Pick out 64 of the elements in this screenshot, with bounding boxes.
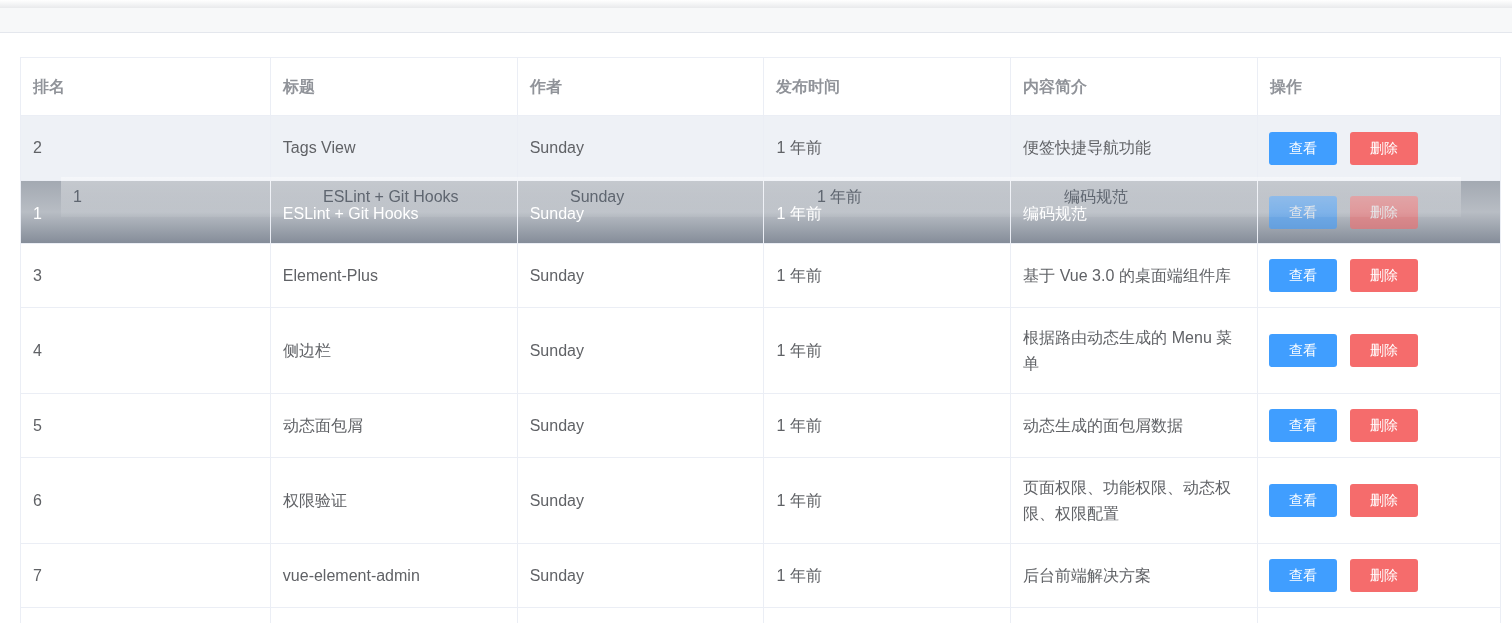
table-cell-text: 5	[33, 415, 42, 436]
table-cell-text: vue-element-admin	[282, 565, 420, 586]
table-cell-text: 根据路由动态生成的 Menu 菜单	[1023, 327, 1234, 374]
table-row[interactable]: 7 vue-element-admin Sunday 1 年前 后台前端解决方案 查看 删除	[21, 544, 1501, 608]
delete-button[interactable]: 删除	[1350, 484, 1419, 517]
table-cell-text: 基于 Vue 3.0 的桌面端组件库	[1023, 265, 1231, 286]
delete-button[interactable]: 删除	[1350, 409, 1419, 442]
table-cell-text: Element-Plus	[282, 265, 378, 286]
column-header: 发布时间	[776, 76, 841, 97]
table-row[interactable]: 6 权限验证 Sunday 1 年前 页面权限、功能权限、动态权限、权限配置 查看 删除	[21, 458, 1501, 544]
ghost-cell: Sunday	[570, 189, 625, 205]
table-cell-text: 1 年前	[776, 340, 822, 361]
table-cell-text: 动态生成的面包屑数据	[1023, 415, 1184, 436]
view-button[interactable]: 查看	[1269, 334, 1338, 367]
table-cell-text: 6	[33, 490, 42, 511]
column-header: 标题	[282, 76, 315, 97]
table-cell: Sunday	[529, 206, 584, 222]
table-cell-text: 动态面包屑	[282, 415, 363, 436]
ghost-cell: 1	[73, 189, 82, 205]
view-button[interactable]: 查看	[1269, 559, 1338, 592]
table-cell-text: 便签快捷导航功能	[1023, 138, 1152, 158]
table-cell: 1	[33, 206, 42, 222]
table-cell: ESLint + Git Hooks	[282, 206, 419, 222]
delete-button[interactable]: 删除	[1350, 559, 1419, 592]
view-button[interactable]: 查看	[1269, 484, 1338, 517]
delete-button[interactable]: 删除	[1350, 131, 1419, 165]
table-cell-text: 1 年前	[776, 415, 822, 436]
delete-button[interactable]: 删除	[1350, 259, 1419, 292]
table-cell-text: Sunday	[529, 415, 584, 436]
table-cell-text: Sunday	[529, 565, 584, 586]
table-cell-text: 3	[33, 265, 42, 286]
table-row[interactable]: 5 动态面包屑 Sunday 1 年前 动态生成的面包屑数据 查看 删除	[21, 394, 1501, 458]
table-cell-text: 7	[33, 565, 42, 586]
column-header: 作者	[529, 76, 562, 97]
ghost-cell: 编码规范	[1064, 189, 1128, 205]
table-cell: 1 年前	[776, 206, 822, 222]
ghost-cell: 1 年前	[817, 189, 863, 205]
column-header: 内容简介	[1023, 76, 1088, 97]
column-header: 操作	[1270, 76, 1303, 97]
view-button[interactable]: 查看	[1269, 409, 1338, 442]
table-cell-text: Sunday	[529, 265, 584, 286]
table-cell-text: 页面权限、功能权限、动态权限、权限配置	[1023, 477, 1233, 524]
table-cell-text: Sunday	[529, 340, 584, 361]
table-cell-text: 1 年前	[776, 490, 822, 511]
table-cell-text: 4	[33, 340, 42, 361]
table-cell-text: 1 年前	[776, 138, 822, 158]
ghost-cell: ESLint + Git Hooks	[323, 189, 459, 205]
table-cell: 编码规范	[1023, 206, 1088, 222]
delete-button[interactable]: 删除	[1350, 334, 1419, 367]
table-cell-text: Sunday	[529, 138, 584, 158]
table-cell-text: 1 年前	[776, 565, 822, 586]
table-cell-text: 权限验证	[282, 490, 347, 511]
column-header: 排名	[33, 76, 65, 97]
table-row[interactable]: 2 Tags View Sunday 1 年前 便签快捷导航功能 查看 删除	[21, 116, 1501, 181]
table-row[interactable]: 3 Element-Plus Sunday 1 年前 基于 Vue 3.0 的桌面端组件库 查看 删除	[21, 244, 1501, 308]
view-button[interactable]: 查看	[1269, 259, 1338, 292]
table-cell-text: Sunday	[529, 490, 584, 511]
table-row[interactable]: 4 侧边栏 Sunday 1 年前 根据路由动态生成的 Menu 菜单 查看 删除	[21, 308, 1501, 394]
table-cell-text: Tags View	[282, 138, 356, 158]
table-cell-text: 后台前端解决方案	[1023, 565, 1152, 586]
table-cell-text: 侧边栏	[282, 340, 331, 361]
table-cell-text: 1 年前	[776, 265, 822, 286]
table-cell-text: 2	[33, 138, 42, 158]
view-button[interactable]: 查看	[1269, 131, 1338, 165]
